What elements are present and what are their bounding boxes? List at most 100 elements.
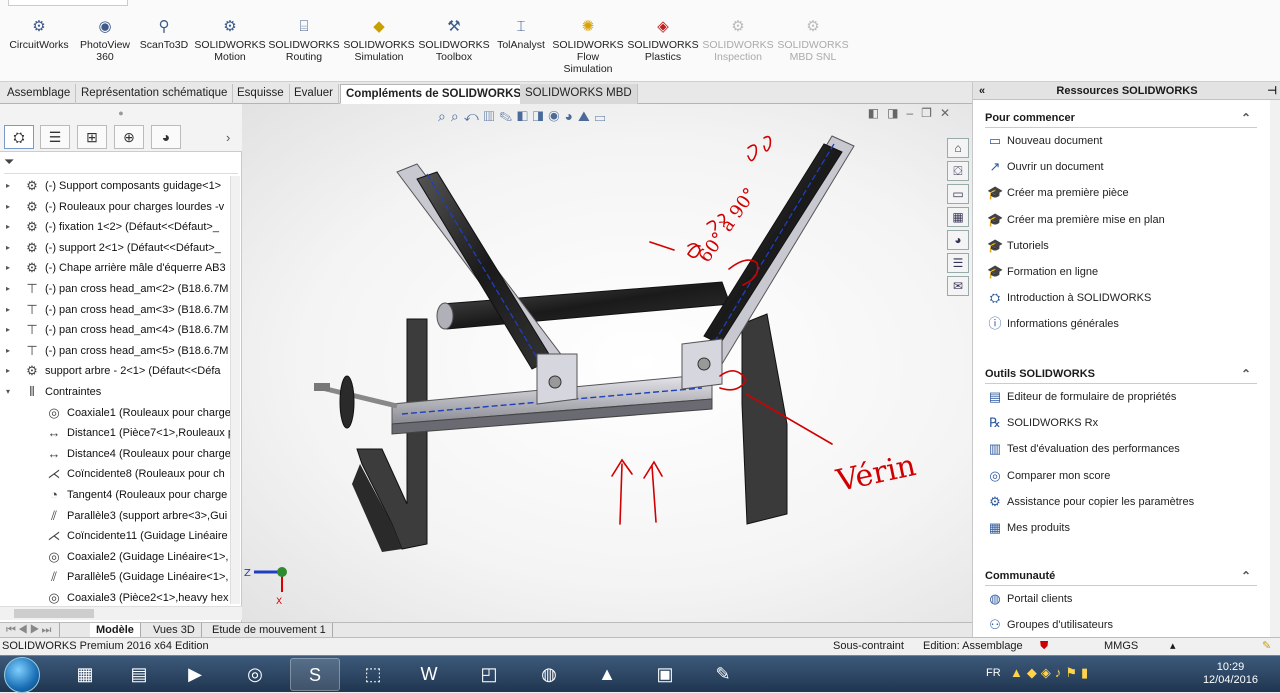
filter-icon[interactable]: ⏷ <box>4 154 14 169</box>
graphics-area[interactable]: ⌕⌕↶▥✎◧◨◉◕⛰▭ ◧◨–❐✕ 60° à 90° Vérin Z X <box>242 104 972 622</box>
configuration-manager-tab-icon[interactable]: ⊞ <box>77 125 107 149</box>
resource-link[interactable]: ▤ Editeur de formulaire de propriétés <box>985 384 1257 410</box>
tab-evaluer[interactable]: Evaluer <box>289 84 339 104</box>
handwheel[interactable] <box>314 375 398 429</box>
tree-item[interactable]: ◎ Coaxiale2 (Guidage Linéaire<1>, <box>0 547 230 568</box>
tree-item[interactable]: ▸ ⚙ (-) Chape arrière mâle d'équerre AB3 <box>0 258 230 279</box>
collapse-left-icon[interactable]: « <box>979 82 985 100</box>
resource-link[interactable]: ℞ SOLIDWORKS Rx <box>985 410 1257 436</box>
tab-solidworks-mbd[interactable]: SOLIDWORKS MBD <box>520 84 638 104</box>
right-inclined-roller[interactable] <box>701 135 855 365</box>
ribbon-btn-flow-simulation[interactable]: ✺ SOLIDWORKS Flow Simulation <box>552 18 624 75</box>
pin-icon[interactable]: ⊣ <box>1267 82 1277 100</box>
expand-arrow-icon[interactable]: ▸ <box>6 361 10 382</box>
resource-link[interactable]: ◍ Portail clients <box>985 586 1257 612</box>
tree-item[interactable]: ◎ Coaxiale1 (Rouleaux pour charge <box>0 403 230 424</box>
tree-scrollbar[interactable] <box>230 176 240 604</box>
file-explorer-icon[interactable]: ▭ <box>947 184 969 204</box>
chevron-up-icon[interactable]: ⌃ <box>1241 108 1251 128</box>
resource-link[interactable]: ⚇ Groupes d'utilisateurs <box>985 612 1257 638</box>
tree-item[interactable]: ⋌ Coïncidente8 (Rouleaux pour ch <box>0 464 230 485</box>
ribbon-btn-toolbox[interactable]: ⚒ SOLIDWORKS Toolbox <box>418 18 490 63</box>
resource-link[interactable]: ⓘ Informations générales <box>985 311 1257 337</box>
home-icon[interactable]: ⌂ <box>947 138 969 158</box>
custom-properties-icon[interactable]: ☰ <box>947 253 969 273</box>
chevron-up-icon[interactable]: ⌃ <box>1241 364 1251 384</box>
expand-arrow-icon[interactable]: ▸ <box>6 279 10 300</box>
right-support-frame[interactable] <box>741 313 788 525</box>
task-pane-scrollbar[interactable] <box>1270 100 1280 637</box>
tree-item[interactable]: ▸ ⚙ (-) Rouleaux pour charges lourdes -v <box>0 197 230 218</box>
ribbon-btn-routing[interactable]: ⌸ SOLIDWORKS Routing <box>268 18 340 63</box>
design-library-icon[interactable]: ⛋ <box>947 161 969 181</box>
expand-arrow-icon[interactable]: ▸ <box>6 176 10 197</box>
resource-link[interactable]: ▥ Test d'évaluation des performances <box>985 436 1257 462</box>
tab-etude-mouvement[interactable]: Etude de mouvement 1 <box>206 623 333 638</box>
tab-esquisse[interactable]: Esquisse <box>232 84 290 104</box>
panel-grip[interactable]: ● <box>0 104 242 122</box>
resource-link[interactable]: 🎓 Formation en ligne <box>985 259 1257 285</box>
expand-arrow-icon[interactable]: ▸ <box>6 341 10 362</box>
tree-item[interactable]: ◔ Tangent4 (Rouleaux pour charge <box>0 485 230 506</box>
photos-icon[interactable]: ▣ <box>640 658 690 691</box>
feature-manager-tab-icon[interactable]: ⛭ <box>4 125 34 149</box>
status-units[interactable]: MMGS <box>1104 638 1138 655</box>
expand-arrow-icon[interactable]: ▸ <box>6 258 10 279</box>
tree-item[interactable]: ⋌ Coïncidente11 (Guidage Linéaire <box>0 526 230 547</box>
tab-nav-arrows-icon[interactable]: ⏮◀▶⏭ <box>0 623 61 638</box>
word-icon[interactable]: W <box>404 658 454 691</box>
expand-arrow-icon[interactable]: ▸ <box>6 197 10 218</box>
tree-item[interactable]: ▸ ⚙ (-) fixation 1<2> (Défaut<<Défaut>_ <box>0 217 230 238</box>
resource-link[interactable]: 🎓 Tutoriels <box>985 233 1257 259</box>
section-header[interactable]: Outils SOLIDWORKS ⌃ <box>985 364 1257 384</box>
resource-link[interactable]: 🎓 Créer ma première pièce <box>985 180 1257 206</box>
resource-link[interactable]: ▦ Mes produits <box>985 515 1257 541</box>
display-manager-tab-icon[interactable]: ◕ <box>151 125 181 149</box>
tree-h-scrollbar[interactable] <box>0 606 242 620</box>
chrome-icon[interactable]: ◎ <box>230 658 280 691</box>
language-indicator[interactable]: FR <box>986 667 1001 679</box>
vlc-icon[interactable]: ▲ <box>582 658 632 691</box>
collapse-arrow-icon[interactable]: ▾ <box>6 382 10 403</box>
tab-modele[interactable]: Modèle <box>90 623 141 638</box>
tree-item[interactable]: ▸ ⚙ (-) Support composants guidage<1> <box>0 176 230 197</box>
start-button[interactable] <box>4 657 40 693</box>
ribbon-btn-inspection[interactable]: ⚙ SOLIDWORKS Inspection <box>702 18 774 63</box>
hinge-left[interactable] <box>536 353 578 405</box>
festo-icon[interactable]: ⬚ <box>348 658 398 691</box>
resource-link[interactable]: ↗ Ouvrir un document <box>985 154 1257 180</box>
tree-filter[interactable]: ⏷ <box>4 154 238 174</box>
tree-item[interactable]: ⫽ Parallèle3 (support arbre<3>,Gui <box>0 506 230 527</box>
network-icon[interactable]: ◍ <box>524 658 574 691</box>
resource-link[interactable]: ▭ Nouveau document <box>985 128 1257 154</box>
media-icon[interactable]: ▶ <box>170 658 220 691</box>
dimxpert-tab-icon[interactable]: ⊕ <box>114 125 144 149</box>
tab-vues-3d[interactable]: Vues 3D <box>147 623 202 638</box>
ribbon-btn-photoview[interactable]: ◉ PhotoView 360 <box>74 18 136 63</box>
resource-link[interactable]: 🎓 Créer ma première mise en plan <box>985 207 1257 233</box>
resource-link[interactable]: ⛭ Introduction à SOLIDWORKS <box>985 285 1257 311</box>
section-header[interactable]: Pour commencer ⌃ <box>985 108 1257 128</box>
ribbon-btn-circuitworks[interactable]: ⚙ CircuitWorks <box>6 18 72 51</box>
chevron-right-icon[interactable]: › <box>226 130 230 145</box>
tree-item[interactable]: ▸ ⊤ (-) pan cross head_am<4> (B18.6.7M <box>0 320 230 341</box>
chevron-up-icon[interactable]: ⌃ <box>1241 566 1251 586</box>
left-support-frame[interactable] <box>352 318 428 552</box>
back-roller[interactable] <box>436 281 731 330</box>
ribbon-btn-tolanalyst[interactable]: ⌶ TolAnalyst <box>494 18 548 51</box>
forum-icon[interactable]: ✉ <box>947 276 969 296</box>
appearances-icon[interactable]: ◕ <box>947 230 969 250</box>
tab-complements-solidworks[interactable]: Compléments de SOLIDWORKS <box>340 84 528 104</box>
tree-item[interactable]: ▸ ⊤ (-) pan cross head_am<2> (B18.6.7M <box>0 279 230 300</box>
rebuild-icon[interactable]: ⛊ <box>1040 638 1048 655</box>
tree-item[interactable]: ↔ Distance4 (Rouleaux pour charge <box>0 444 231 465</box>
office-icon[interactable]: ◰ <box>464 658 514 691</box>
expand-arrow-icon[interactable]: ▸ <box>6 217 10 238</box>
explorer-icon[interactable]: ▤ <box>114 658 164 691</box>
tree-item[interactable]: ▸ ⊤ (-) pan cross head_am<3> (B18.6.7M <box>0 300 230 321</box>
section-header[interactable]: Communauté ⌃ <box>985 566 1257 586</box>
resource-link[interactable]: ◎ Comparer mon score <box>985 463 1257 489</box>
tray-icons[interactable]: ▲◆◈♪⚑▮ <box>1010 665 1092 681</box>
view-palette-icon[interactable]: ▦ <box>947 207 969 227</box>
ribbon-btn-simulation[interactable]: ◆ SOLIDWORKS Simulation <box>343 18 415 63</box>
